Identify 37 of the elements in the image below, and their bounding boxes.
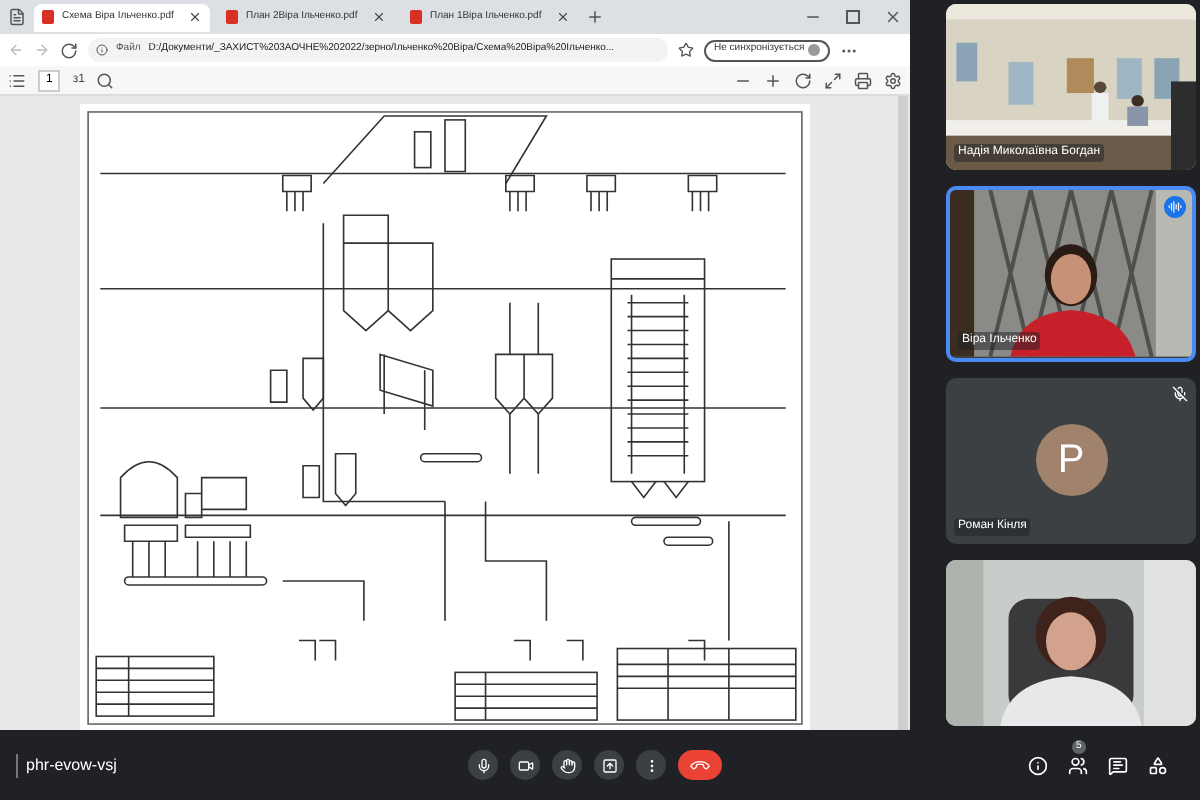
close-icon[interactable] [372, 10, 386, 24]
present-button[interactable] [594, 750, 624, 780]
print-icon[interactable] [854, 71, 872, 89]
pdf-icon [226, 10, 238, 24]
microphone-icon [475, 757, 491, 773]
more-options-button[interactable] [636, 750, 666, 780]
camera-button[interactable] [510, 750, 540, 780]
people-icon[interactable] [1068, 755, 1088, 775]
present-icon [601, 757, 617, 773]
rotate-icon[interactable] [794, 71, 812, 89]
hand-icon [559, 757, 575, 773]
close-icon[interactable] [884, 8, 902, 26]
new-tab-icon[interactable] [586, 8, 604, 26]
info-icon[interactable] [1028, 755, 1048, 775]
avatar: Р [1035, 424, 1107, 497]
zoom-in-icon[interactable] [764, 71, 782, 89]
settings-icon[interactable] [884, 71, 902, 89]
tab-actions-icon[interactable] [8, 8, 26, 26]
info-icon [96, 44, 108, 56]
close-icon[interactable] [188, 10, 202, 24]
pdf-icon [42, 10, 54, 24]
activities-icon[interactable] [1148, 755, 1168, 775]
meeting-code: phr-evow-vsj [16, 753, 416, 777]
end-call-button[interactable] [678, 750, 722, 780]
search-icon[interactable] [96, 71, 115, 89]
microphone-button[interactable] [468, 750, 498, 780]
fit-icon[interactable] [824, 71, 842, 89]
scrollbar[interactable] [898, 96, 908, 730]
pdf-icon [410, 10, 422, 24]
maximize-icon[interactable] [846, 10, 860, 24]
close-icon[interactable] [556, 10, 570, 24]
reload-icon[interactable] [60, 41, 78, 59]
raise-hand-button[interactable] [552, 750, 582, 780]
contents-icon[interactable] [8, 71, 26, 89]
favorite-icon[interactable] [678, 42, 694, 58]
camera-icon [517, 757, 533, 773]
chat-icon[interactable] [1108, 755, 1128, 775]
